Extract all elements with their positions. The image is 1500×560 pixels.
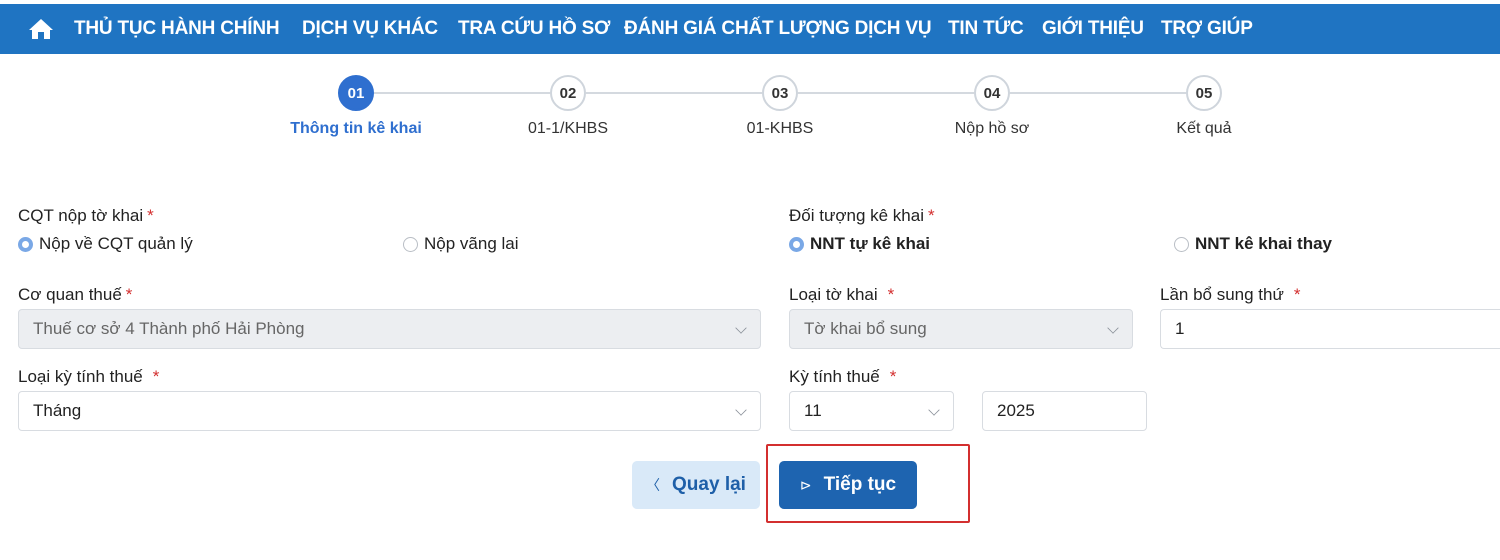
nav-item-tra-cuu[interactable]: TRA CỨU HỒ SƠ [458,18,610,40]
step-4[interactable]: 04 [974,75,1010,111]
radio-nnt-ke-khai-thay[interactable]: NNT kê khai thay [1174,234,1332,254]
cqt-nop-label: CQT nộp tờ khai * [18,206,154,225]
radio-checked-icon [18,236,33,252]
loai-to-khai-label: Loại tờ khai * [789,285,895,304]
radio-label: NNT tự kê khai [810,234,931,253]
step-3-label: 01-KHBS [746,120,814,137]
radio-nnt-tu-ke-khai[interactable]: NNT tự kê khai [789,234,930,254]
required-mark: * [887,285,895,304]
lan-bo-sung-input[interactable]: 1 [1160,309,1500,349]
chevron-down-icon [735,404,747,416]
nav-item-tin-tuc[interactable]: TIN TỨC [948,18,1024,40]
chevron-down-icon [735,322,747,334]
continue-button[interactable]: ⊳ Tiếp tục [779,461,917,509]
select-value: Thuế cơ sở 4 Thành phố Hải Phòng [33,319,305,338]
radio-unchecked-icon [1174,236,1189,252]
chevron-left-icon: 〈 [646,477,661,493]
step-3[interactable]: 03 [762,75,798,111]
co-quan-thue-select[interactable]: Thuế cơ sở 4 Thành phố Hải Phòng [18,309,761,349]
continue-button-label: Tiếp tục [823,474,897,495]
radio-label: Nộp vãng lai [424,234,519,253]
required-mark: * [125,285,133,304]
step-connector [1010,92,1186,94]
nav-item-thu-tuc[interactable]: THỦ TỤC HÀNH CHÍNH [74,18,280,40]
ky-tinh-thue-label: Kỳ tính thuế * [789,367,897,386]
ky-nam-input[interactable]: 2025 [982,391,1147,431]
loai-to-khai-select[interactable]: Tờ khai bổ sung [789,309,1133,349]
back-button-label: Quay lại [672,474,746,495]
top-nav: THỦ TỤC HÀNH CHÍNH DỊCH VỤ KHÁC TRA CỨU … [0,4,1500,54]
required-mark: * [889,367,897,386]
radio-nop-ve-cqt[interactable]: Nộp về CQT quản lý [18,234,193,254]
doi-tuong-label: Đối tượng kê khai * [789,206,935,225]
step-connector [798,92,974,94]
radio-label: Nộp về CQT quản lý [39,234,193,253]
loai-ky-label: Loại kỳ tính thuế * [18,367,160,386]
step-1[interactable]: 01 [338,75,374,111]
radio-checked-icon [789,236,804,252]
step-2-label: 01-1/KHBS [527,120,609,137]
select-value: 11 [804,401,822,420]
radio-label: NNT kê khai thay [1195,234,1332,253]
nav-item-danh-gia[interactable]: ĐÁNH GIÁ CHẤT LƯỢNG DỊCH VỤ [624,18,932,40]
radio-nop-vang-lai[interactable]: Nộp vãng lai [403,234,519,254]
required-mark: * [152,367,160,386]
home-icon[interactable] [28,17,54,41]
lan-bo-sung-label: Lần bổ sung thứ * [1160,285,1301,304]
chevron-down-icon [1107,322,1119,334]
step-4-label: Nộp hồ sơ [954,120,1030,137]
required-mark: * [927,206,935,225]
nav-item-tro-giup[interactable]: TRỢ GIÚP [1161,18,1253,40]
step-connector [374,92,550,94]
nav-item-gioi-thieu[interactable]: GIỚI THIỆU [1042,18,1144,40]
input-value: 1 [1175,319,1185,338]
co-quan-thue-label: Cơ quan thuế * [18,285,133,304]
required-mark: * [147,206,154,225]
select-value: Tờ khai bổ sung [804,319,927,338]
chevron-down-icon [928,404,940,416]
step-1-label: Thông tin kê khai [290,120,422,137]
step-5[interactable]: 05 [1186,75,1222,111]
step-2[interactable]: 02 [550,75,586,111]
back-button[interactable]: 〈 Quay lại [632,461,760,509]
step-connector [586,92,762,94]
play-icon: ⊳ [799,476,812,493]
step-5-label: Kết quả [1176,120,1232,137]
input-value: 2025 [997,401,1035,420]
radio-unchecked-icon [403,236,418,252]
select-value: Tháng [33,401,82,420]
nav-item-dich-vu[interactable]: DỊCH VỤ KHÁC [302,18,438,40]
required-mark: * [1293,285,1301,304]
ky-thang-select[interactable]: 11 [789,391,954,431]
loai-ky-select[interactable]: Tháng [18,391,761,431]
